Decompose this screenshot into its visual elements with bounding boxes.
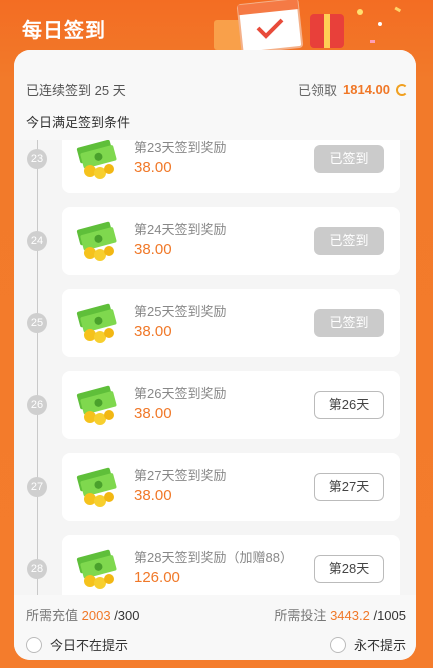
never-remind-label[interactable]: 永不提示 — [354, 635, 406, 654]
day-marker: 24 — [27, 231, 47, 251]
signed-button[interactable]: 已签到 — [314, 309, 384, 337]
reward-card: 第27天签到奖励 38.00 第27天 — [62, 453, 400, 521]
reward-row: 25 第25天签到奖励 38.00 已签到 — [14, 289, 416, 357]
bet-target: /1005 — [373, 608, 406, 623]
day-marker: 26 — [27, 395, 47, 415]
reward-title: 第24天签到奖励 — [134, 222, 227, 237]
claimed-info: 已领取 1814.00 — [298, 80, 408, 99]
reward-title: 第26天签到奖励 — [134, 386, 227, 401]
reward-card: 第28天签到奖励（加赠88） 126.00 第28天 — [62, 535, 400, 595]
reward-row: 26 第26天签到奖励 38.00 第26天 — [14, 371, 416, 439]
money-stack-icon — [76, 303, 117, 343]
reward-value: 126.00 — [134, 569, 180, 586]
condition-text: 今日满足签到条件 — [26, 115, 131, 130]
recharge-requirement: 所需充值 2003 /300 — [26, 605, 140, 624]
money-stack-icon — [76, 385, 117, 425]
day-marker: 25 — [27, 313, 47, 333]
recharge-current: 2003 — [81, 608, 111, 623]
recharge-target: /300 — [114, 608, 140, 623]
claimed-amount: 1814.00 — [343, 82, 390, 97]
bet-label: 所需投注 — [274, 608, 327, 623]
reward-row: 27 第27天签到奖励 38.00 第27天 — [14, 453, 416, 521]
day-marker: 23 — [27, 149, 47, 169]
reward-title: 第23天签到奖励 — [134, 140, 227, 155]
refresh-icon[interactable] — [396, 83, 408, 96]
no-remind-today-option[interactable]: 今日不在提示 — [26, 635, 128, 654]
reward-value: 38.00 — [134, 405, 172, 422]
day-marker: 27 — [27, 477, 47, 497]
reward-value: 38.00 — [134, 323, 172, 340]
claimed-label: 已领取 — [297, 83, 337, 98]
reward-card: 第26天签到奖励 38.00 第26天 — [62, 371, 400, 439]
streak-info: 已连续签到 25 天 — [26, 80, 126, 99]
signed-button[interactable]: 已签到 — [314, 145, 384, 173]
streak-days: 25 — [94, 83, 110, 98]
radio-circle-icon[interactable] — [26, 636, 42, 653]
bet-requirement: 所需投注 3443.2 /1005 — [274, 605, 406, 624]
reward-card: 第24天签到奖励 38.00 已签到 — [62, 207, 400, 275]
stats-bar: 已连续签到 25 天 已领取 1814.00 今日满足签到条件 — [14, 50, 416, 140]
day-26-button[interactable]: 第26天 — [314, 391, 384, 419]
money-stack-icon — [76, 221, 117, 261]
day-27-button[interactable]: 第27天 — [314, 473, 384, 501]
reward-title: 第28天签到奖励（加赠88） — [134, 550, 293, 565]
dialog-title: 每日签到 — [22, 20, 106, 42]
reward-row: 24 第24天签到奖励 38.00 已签到 — [14, 207, 416, 275]
reward-list[interactable]: 23 第23天签到奖励 38.00 已签到 24 第24天签到奖励 38.00 … — [14, 140, 416, 595]
streak-prefix: 已连续签到 — [26, 83, 92, 98]
reward-row: 23 第23天签到奖励 38.00 已签到 — [14, 140, 416, 193]
reward-value: 38.00 — [134, 487, 172, 504]
checkin-panel: 已连续签到 25 天 已领取 1814.00 今日满足签到条件 23 第23天签… — [14, 50, 416, 660]
signed-button[interactable]: 已签到 — [314, 227, 384, 255]
money-stack-icon — [76, 467, 117, 507]
radio-circle-icon[interactable] — [329, 636, 346, 653]
reward-card: 第23天签到奖励 38.00 已签到 — [62, 140, 400, 193]
streak-suffix: 天 — [112, 83, 126, 98]
checkin-dialog: 每日签到 已连续签到 25 天 已领取 1814.00 今日满足签到条件 23 … — [0, 0, 433, 668]
never-remind-option[interactable]: 永不提示 — [329, 635, 406, 654]
bet-current: 3443.2 — [330, 608, 370, 623]
no-remind-today-label[interactable]: 今日不在提示 — [50, 635, 128, 654]
money-stack-icon — [76, 549, 117, 589]
reward-card: 第25天签到奖励 38.00 已签到 — [62, 289, 400, 357]
requirements-footer: 所需充值 2003 /300 所需投注 3443.2 /1005 今日不在提示 … — [14, 595, 416, 660]
reward-value: 38.00 — [134, 241, 172, 258]
money-stack-icon — [76, 140, 117, 179]
reward-title: 第27天签到奖励 — [134, 468, 227, 483]
reward-title: 第25天签到奖励 — [134, 304, 227, 319]
recharge-label: 所需充值 — [26, 608, 79, 623]
day-28-button[interactable]: 第28天 — [314, 555, 384, 583]
reward-value: 38.00 — [134, 159, 172, 176]
day-marker: 28 — [27, 559, 47, 579]
reward-row: 28 第28天签到奖励（加赠88） 126.00 第28天 — [14, 535, 416, 595]
